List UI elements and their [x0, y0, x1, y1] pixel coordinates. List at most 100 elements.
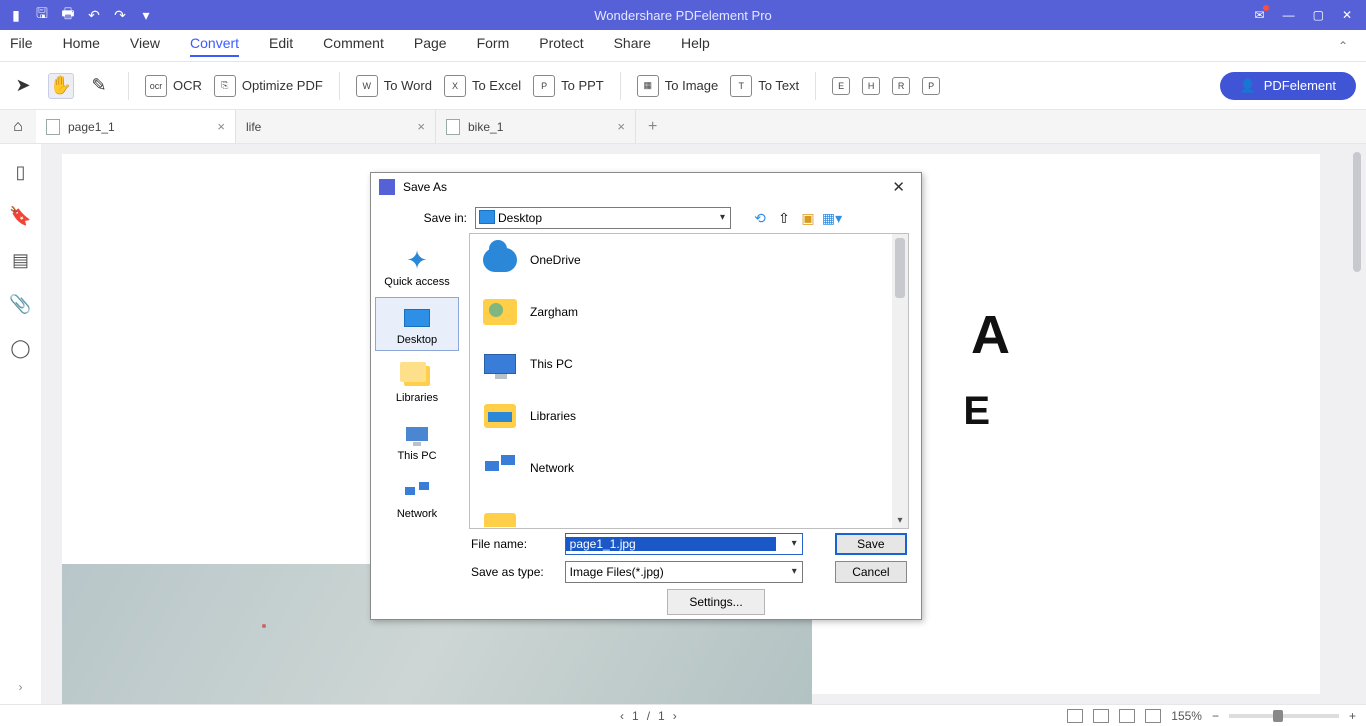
menu-view[interactable]: View [130, 35, 160, 57]
convert-r-icon[interactable]: R [892, 77, 910, 95]
cancel-button[interactable]: Cancel [835, 561, 907, 583]
list-item[interactable]: OneDrive [470, 234, 908, 286]
thumbnails-icon[interactable]: ▯ [11, 162, 31, 182]
file-name-combo[interactable]: ▾ [565, 533, 803, 555]
expand-sidebar-icon[interactable]: › [19, 680, 23, 694]
maximize-icon[interactable]: ▢ [1313, 8, 1324, 22]
attachments-icon[interactable]: 📎 [11, 294, 31, 314]
scroll-down-icon[interactable]: ▾ [892, 512, 908, 528]
select-tool-icon[interactable]: ➤ [10, 73, 36, 99]
ocr-button[interactable]: ocrOCR [145, 75, 202, 97]
minimize-icon[interactable]: — [1283, 8, 1295, 22]
list-item[interactable]: Network [470, 442, 908, 494]
quick-access-toolbar: ▮ 🖫 🖶 ↶ ↷ ▾ [0, 7, 154, 23]
zoom-slider[interactable] [1229, 714, 1339, 718]
star-icon: ✦ [406, 247, 428, 273]
place-desktop[interactable]: Desktop [375, 297, 459, 351]
list-item[interactable] [470, 494, 908, 529]
menu-file[interactable]: File [10, 35, 33, 57]
menu-share[interactable]: Share [614, 35, 651, 57]
view-mode-single-icon[interactable] [1067, 709, 1083, 723]
comments-icon[interactable]: ▤ [11, 250, 31, 270]
edit-tool-icon[interactable]: ✎ [86, 73, 112, 99]
pdfelement-account-button[interactable]: 👤 PDFelement [1220, 72, 1356, 100]
tab-label: bike_1 [468, 120, 503, 134]
place-network[interactable]: Network [375, 471, 459, 525]
list-item[interactable]: This PC [470, 338, 908, 390]
nav-back-icon[interactable]: ⟲ [751, 209, 769, 227]
save-icon[interactable]: 🖫 [34, 7, 50, 23]
dialog-titlebar[interactable]: Save As ✕ [371, 173, 921, 201]
tab-close-icon[interactable]: × [617, 119, 625, 134]
nav-up-icon[interactable]: ⇧ [775, 209, 793, 227]
place-this-pc[interactable]: This PC [375, 413, 459, 467]
place-quick-access[interactable]: ✦ Quick access [375, 239, 459, 293]
optimize-button[interactable]: ⎘Optimize PDF [214, 75, 323, 97]
dialog-close-icon[interactable]: ✕ [884, 176, 913, 198]
filelist-scrollbar[interactable]: ▴ ▾ [892, 234, 908, 528]
menu-comment[interactable]: Comment [323, 35, 384, 57]
tab-bike_1[interactable]: bike_1 × [436, 110, 636, 143]
desktop-icon [479, 210, 495, 224]
menu-help[interactable]: Help [681, 35, 710, 57]
save-button[interactable]: Save [835, 533, 907, 555]
scrollbar-thumb[interactable] [895, 238, 905, 298]
scrollbar-thumb[interactable] [1353, 152, 1361, 272]
libraries-icon [484, 404, 516, 428]
new-folder-icon[interactable]: ▣ [799, 209, 817, 227]
tab-close-icon[interactable]: × [217, 119, 225, 134]
to-text-button[interactable]: TTo Text [730, 75, 799, 97]
mail-icon[interactable]: ✉ [1255, 8, 1265, 22]
view-menu-icon[interactable]: ▦▾ [823, 209, 841, 227]
view-mode-facing-cont-icon[interactable] [1145, 709, 1161, 723]
to-excel-label: To Excel [472, 78, 521, 93]
menu-home[interactable]: Home [63, 35, 100, 57]
collapse-ribbon-icon[interactable]: ⌃ [1338, 39, 1348, 53]
tab-life[interactable]: life × [236, 110, 436, 143]
close-icon[interactable]: ✕ [1342, 8, 1352, 22]
undo-icon[interactable]: ↶ [86, 7, 102, 23]
to-word-label: To Word [384, 78, 432, 93]
to-excel-button[interactable]: XTo Excel [444, 75, 521, 97]
chevron-down-icon[interactable]: ▾ [792, 566, 797, 577]
settings-button[interactable]: Settings... [667, 589, 765, 615]
redo-icon[interactable]: ↷ [112, 7, 128, 23]
search-panel-icon[interactable]: ◯ [11, 338, 31, 358]
convert-h-icon[interactable]: H [862, 77, 880, 95]
convert-e-icon[interactable]: E [832, 77, 850, 95]
print-icon[interactable]: 🖶 [60, 7, 76, 23]
vertical-scrollbar[interactable] [1350, 144, 1366, 704]
menu-protect[interactable]: Protect [539, 35, 583, 57]
save-in-select[interactable]: Desktop [475, 207, 731, 229]
zoom-out-icon[interactable]: − [1212, 709, 1219, 723]
qat-more-icon[interactable]: ▾ [138, 7, 154, 23]
file-name-input[interactable] [566, 537, 776, 551]
place-libraries[interactable]: Libraries [375, 355, 459, 409]
tab-close-icon[interactable]: × [417, 119, 425, 134]
chevron-down-icon[interactable]: ▾ [792, 538, 797, 549]
new-tab-button[interactable]: + [636, 118, 669, 136]
to-ppt-button[interactable]: PTo PPT [533, 75, 604, 97]
save-type-combo[interactable]: ▾ [565, 561, 803, 583]
zoom-in-icon[interactable]: + [1349, 709, 1356, 723]
tab-label: page1_1 [68, 120, 115, 134]
page-next-icon[interactable]: › [673, 709, 677, 723]
home-tab-icon[interactable]: ⌂ [0, 118, 36, 136]
tab-page1_1[interactable]: page1_1 × [36, 110, 236, 143]
menu-edit[interactable]: Edit [269, 35, 293, 57]
page-prev-icon[interactable]: ‹ [620, 709, 624, 723]
to-word-button[interactable]: WTo Word [356, 75, 432, 97]
list-item[interactable]: Zargham [470, 286, 908, 338]
menu-page[interactable]: Page [414, 35, 447, 57]
view-mode-facing-icon[interactable] [1119, 709, 1135, 723]
convert-p-icon[interactable]: P [922, 77, 940, 95]
file-list[interactable]: OneDrive Zargham This PC Libraries Netwo… [469, 233, 909, 529]
menu-form[interactable]: Form [477, 35, 510, 57]
view-mode-continuous-icon[interactable] [1093, 709, 1109, 723]
menu-convert[interactable]: Convert [190, 35, 239, 57]
hand-tool-icon[interactable]: ✋ [48, 73, 74, 99]
to-image-button[interactable]: ▦To Image [637, 75, 718, 97]
bookmarks-icon[interactable]: 🔖 [11, 206, 31, 226]
save-type-value[interactable] [566, 565, 776, 579]
list-item[interactable]: Libraries [470, 390, 908, 442]
